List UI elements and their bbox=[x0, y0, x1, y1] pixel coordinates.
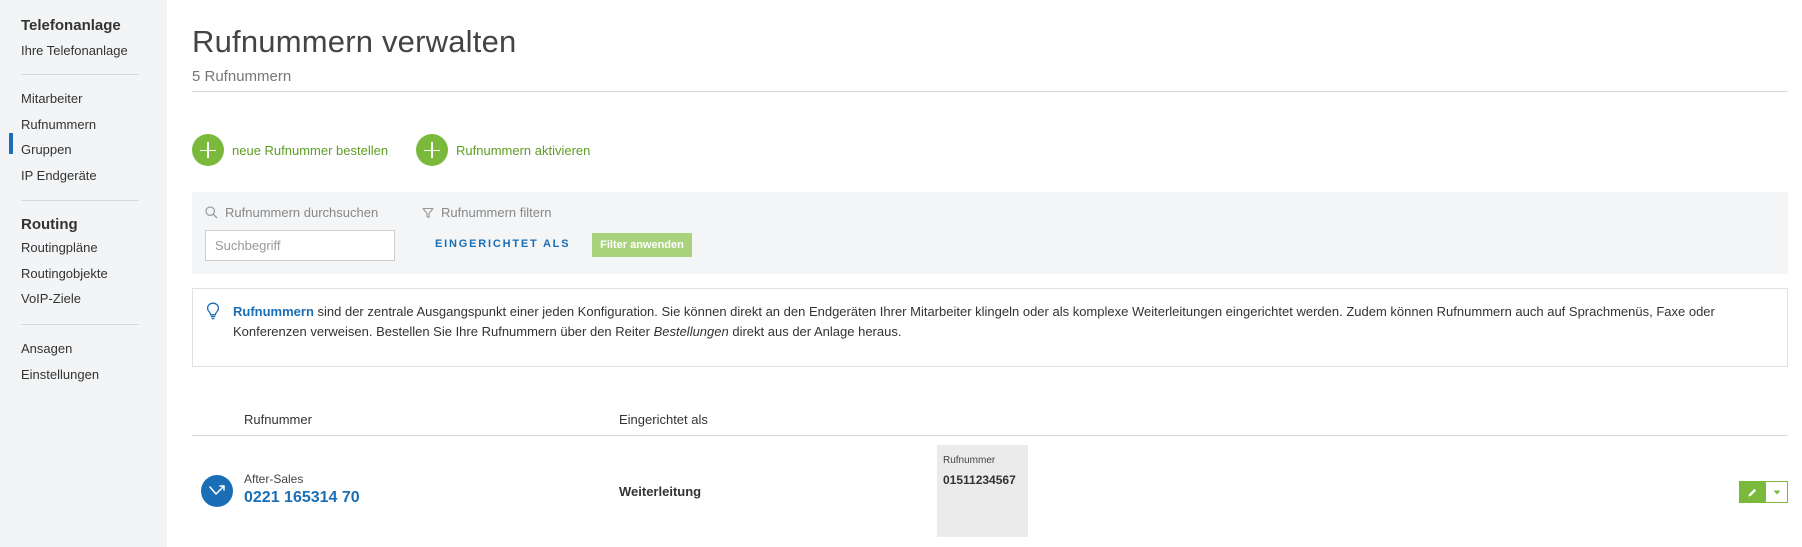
row-name: After-Sales bbox=[244, 472, 304, 486]
sidebar-divider bbox=[21, 324, 139, 325]
plus-circle-icon bbox=[416, 134, 448, 166]
filter-label: Rufnummern filtern bbox=[422, 205, 552, 220]
row-target-label: Rufnummer bbox=[943, 455, 996, 466]
lightbulb-icon bbox=[206, 302, 220, 320]
row-action-buttons bbox=[1739, 481, 1788, 503]
page-title: Rufnummern verwalten bbox=[192, 24, 517, 59]
filter-panel: Rufnummern durchsuchen Rufnummern filter… bbox=[192, 192, 1788, 274]
activate-numbers-button[interactable]: Rufnummern aktivieren bbox=[416, 134, 590, 166]
edit-button[interactable] bbox=[1739, 481, 1765, 503]
sidebar-heading-routing: Routing bbox=[21, 216, 78, 233]
sidebar-item-mitarbeiter[interactable]: Mitarbeiter bbox=[21, 91, 82, 106]
row-type: Weiterleitung bbox=[619, 484, 702, 499]
row-target-value: 01511234567 bbox=[943, 473, 1016, 487]
info-text-part2: direkt aus der Anlage heraus. bbox=[728, 323, 902, 339]
plus-circle-icon bbox=[192, 134, 224, 166]
forward-call-icon bbox=[201, 475, 233, 507]
sidebar-heading-telefonanlage: Telefonanlage bbox=[21, 17, 121, 34]
sidebar-item-voip-ziele[interactable]: VoIP-Ziele bbox=[21, 291, 81, 306]
pencil-icon bbox=[1748, 488, 1756, 496]
info-text: Rufnummern sind der zentrale Ausgangspun… bbox=[233, 302, 1773, 341]
row-menu-dropdown-button[interactable] bbox=[1765, 481, 1788, 503]
info-text-bestellungen: Bestellungen bbox=[653, 323, 729, 339]
row-target-box: Rufnummer 01511234567 bbox=[937, 445, 1028, 537]
sidebar-item-ihre-telefonanlage[interactable]: Ihre Telefonanlage bbox=[21, 43, 128, 58]
eingerichtet-als-filter[interactable]: EINGERICHTET ALS bbox=[435, 238, 570, 250]
column-header-rufnummer: Rufnummer bbox=[244, 412, 312, 427]
sidebar-item-ip-endgeraete[interactable]: IP Endgeräte bbox=[21, 168, 97, 183]
order-number-label: neue Rufnummer bestellen bbox=[232, 142, 389, 158]
search-label: Rufnummern durchsuchen bbox=[205, 205, 378, 220]
sidebar-item-routingobjekte[interactable]: Routingobjekte bbox=[21, 266, 108, 281]
info-box: Rufnummern sind der zentrale Ausgangspun… bbox=[192, 288, 1788, 367]
column-header-eingerichtet-als: Eingerichtet als bbox=[619, 412, 708, 427]
activate-numbers-label: Rufnummern aktivieren bbox=[456, 142, 591, 158]
sidebar-divider bbox=[21, 200, 139, 201]
page-subtitle: 5 Rufnummern bbox=[192, 68, 292, 85]
table-header-divider bbox=[192, 435, 1788, 436]
funnel-icon bbox=[422, 207, 434, 218]
row-phone-number[interactable]: 0221 165314 70 bbox=[244, 489, 360, 507]
search-icon bbox=[205, 206, 218, 219]
info-text-part1: sind der zentrale Ausgangspunkt einer je… bbox=[233, 304, 1715, 339]
sidebar-item-einstellungen[interactable]: Einstellungen bbox=[21, 367, 99, 382]
sidebar: Telefonanlage Ihre Telefonanlage Mitarbe… bbox=[0, 0, 167, 547]
sidebar-divider bbox=[21, 74, 139, 75]
sidebar-item-rufnummern[interactable]: Rufnummern bbox=[21, 117, 96, 132]
apply-filter-button[interactable]: Filter anwenden bbox=[592, 233, 692, 257]
sidebar-active-indicator bbox=[9, 133, 13, 154]
chevron-down-icon bbox=[1773, 490, 1780, 494]
search-label-text: Rufnummern durchsuchen bbox=[225, 205, 379, 220]
sidebar-item-gruppen[interactable]: Gruppen bbox=[21, 142, 72, 157]
info-link-rufnummern[interactable]: Rufnummern bbox=[233, 304, 314, 319]
sidebar-item-routingplaene[interactable]: Routingpläne bbox=[21, 240, 98, 255]
search-input[interactable] bbox=[205, 230, 395, 261]
filter-label-text: Rufnummern filtern bbox=[441, 205, 552, 220]
title-divider bbox=[192, 91, 1788, 92]
sidebar-item-ansagen[interactable]: Ansagen bbox=[21, 341, 72, 356]
order-number-button[interactable]: neue Rufnummer bestellen bbox=[192, 134, 388, 166]
